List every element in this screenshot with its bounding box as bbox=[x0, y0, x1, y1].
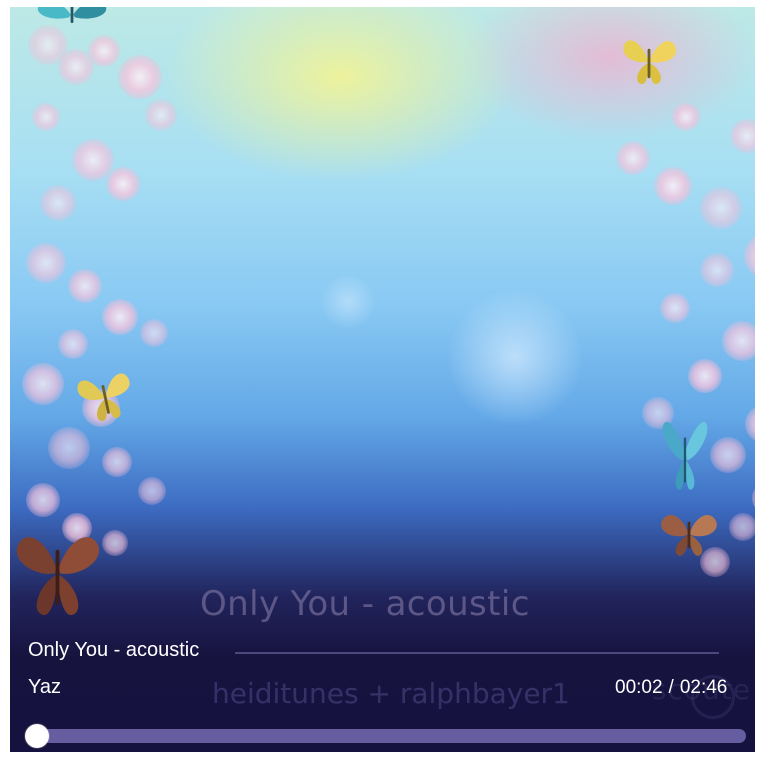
cherry-blossom bbox=[32, 103, 60, 131]
cherry-blossom bbox=[730, 119, 755, 153]
cherry-blossom bbox=[138, 477, 166, 505]
cherry-blossom bbox=[88, 35, 120, 67]
duration-time: 02:46 bbox=[679, 677, 728, 698]
cherry-blossom bbox=[58, 329, 88, 359]
cherry-blossom bbox=[106, 167, 140, 201]
artwork-overlay-title: Only You - acoustic bbox=[200, 584, 530, 624]
cherry-blossom bbox=[140, 319, 168, 347]
time-display: 00:02/02:46 bbox=[615, 677, 727, 699]
cherry-blossom bbox=[688, 359, 722, 393]
cherry-blossom bbox=[26, 243, 66, 283]
artwork-overlay-credits: heiditunes + ralphbayer1 bbox=[212, 677, 570, 710]
cherry-blossom bbox=[710, 437, 746, 473]
cherry-blossom bbox=[68, 269, 102, 303]
cherry-blossom bbox=[145, 99, 177, 131]
blue-butterfly-icon bbox=[656, 409, 714, 497]
title-divider bbox=[235, 652, 719, 654]
cherry-blossom bbox=[752, 481, 755, 515]
cherry-blossom bbox=[616, 141, 650, 175]
cherry-blossom bbox=[700, 253, 734, 287]
brown-butterfly-icon bbox=[10, 519, 105, 629]
yellow-butterfly-icon bbox=[614, 25, 684, 95]
cherry-blossom bbox=[102, 299, 138, 335]
progress-handle[interactable] bbox=[24, 724, 49, 748]
track-title: Only You - acoustic bbox=[28, 639, 200, 661]
cherry-blossom bbox=[672, 103, 700, 131]
cherry-blossom bbox=[744, 233, 755, 279]
cherry-blossom bbox=[102, 530, 128, 556]
cherry-blossom bbox=[72, 139, 114, 181]
current-time: 00:02 bbox=[615, 677, 663, 698]
time-separator: / bbox=[668, 677, 674, 698]
cherry-blossom bbox=[58, 49, 94, 85]
cherry-blossom bbox=[654, 167, 692, 205]
cherry-blossom bbox=[660, 293, 690, 323]
cherry-blossom bbox=[102, 447, 132, 477]
cherry-blossom bbox=[22, 363, 64, 405]
track-artist: Yaz bbox=[28, 676, 61, 698]
cherry-blossom bbox=[722, 321, 755, 361]
cherry-blossom bbox=[40, 185, 76, 221]
yellow-butterfly-icon bbox=[63, 354, 146, 437]
music-player: Only You - acoustic heiditunes + ralphba… bbox=[10, 7, 755, 752]
cherry-blossom bbox=[118, 55, 162, 99]
cherry-blossom bbox=[700, 187, 742, 229]
teal-butterfly-icon bbox=[28, 7, 116, 37]
cherry-blossom bbox=[745, 405, 755, 443]
cherry-blossom bbox=[26, 483, 60, 517]
cherry-blossom bbox=[729, 513, 755, 541]
orange-butterfly-icon bbox=[654, 505, 724, 561]
progress-bar[interactable] bbox=[24, 724, 746, 748]
